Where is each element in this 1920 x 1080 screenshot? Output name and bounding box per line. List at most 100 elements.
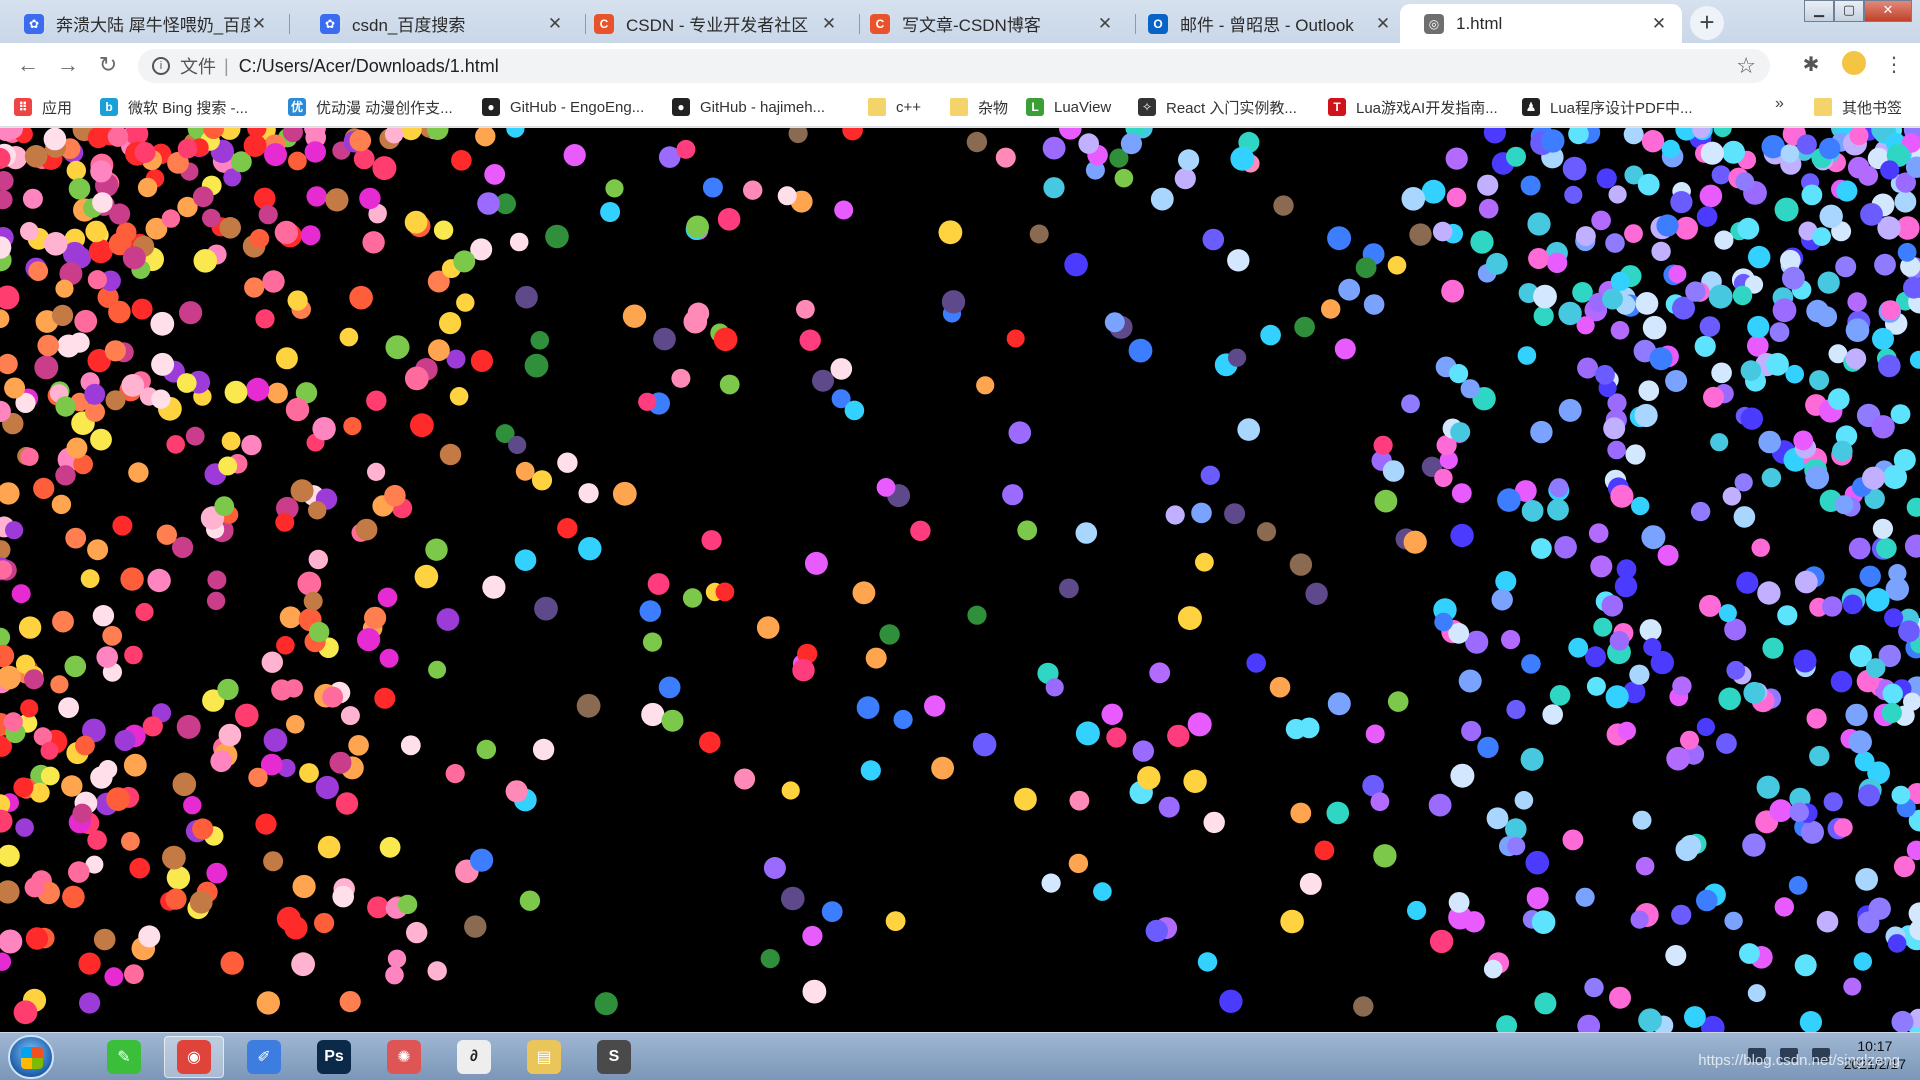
extensions-puzzle-icon[interactable]: ✱	[1797, 51, 1825, 79]
confetti-dot	[449, 387, 469, 406]
confetti-dot	[44, 232, 68, 256]
bookmark-7[interactable]: 杂物	[950, 95, 1008, 119]
confetti-dot	[1817, 271, 1840, 294]
confetti-dot	[834, 200, 854, 220]
confetti-dot	[1789, 802, 1809, 822]
confetti-dot	[1819, 204, 1843, 228]
confetti-dot	[1822, 596, 1843, 617]
tab-close-icon[interactable]: ✕	[250, 14, 268, 34]
maximize-button[interactable]: ▢	[1834, 0, 1864, 22]
close-window-button[interactable]: ✕	[1864, 0, 1912, 22]
bookmark-6[interactable]: c++	[868, 95, 921, 119]
taskbar-app-2[interactable]: ◉	[164, 1036, 224, 1078]
confetti-dot	[1608, 185, 1627, 204]
confetti-dot	[366, 390, 387, 411]
minimize-button[interactable]: ▁	[1804, 0, 1834, 22]
tab-2[interactable]: ✿ csdn_百度搜索 ✕	[296, 4, 578, 43]
confetti-dot	[102, 625, 123, 646]
tab-close-icon[interactable]: ✕	[820, 14, 838, 34]
confetti-dot	[1835, 256, 1857, 278]
confetti-dot	[1890, 404, 1911, 424]
bookmark-9[interactable]: ✧ React 入门实例教...	[1138, 95, 1297, 119]
confetti-dot	[92, 605, 115, 627]
confetti-dot	[1434, 468, 1453, 488]
confetti-dot	[207, 570, 227, 590]
confetti-dot	[0, 644, 15, 668]
confetti-dot	[1486, 252, 1508, 275]
taskbar-app-5[interactable]: ✺	[374, 1036, 434, 1078]
confetti-dot	[75, 735, 95, 756]
taskbar-app-6[interactable]: ∂	[444, 1036, 504, 1078]
tab-close-icon[interactable]: ✕	[546, 14, 564, 34]
reload-button[interactable]: ↻	[94, 51, 122, 79]
site-info-icon[interactable]: i	[152, 57, 170, 75]
bookmark-11[interactable]: ♟ Lua程序设计PDF中...	[1522, 95, 1693, 119]
start-button[interactable]	[8, 1035, 54, 1079]
bookmark-3[interactable]: 优优动漫 动漫创作支...	[288, 95, 453, 119]
confetti-dot	[1174, 168, 1196, 190]
taskbar-app-8[interactable]: S	[584, 1036, 644, 1078]
tab-3[interactable]: C CSDN - 专业开发者社区 ✕	[570, 4, 852, 43]
taskbar-app-3[interactable]: ✐	[234, 1036, 294, 1078]
tab-close-icon[interactable]: ✕	[1650, 14, 1668, 34]
tab-title: csdn_百度搜索	[352, 16, 466, 35]
bookmark-10[interactable]: T Lua游戏AI开发指南...	[1328, 95, 1498, 119]
confetti-dot	[367, 462, 386, 481]
confetti-dot	[74, 309, 98, 333]
taskbar-app-7[interactable]: ▤	[514, 1036, 574, 1078]
confetti-dot	[1507, 837, 1526, 856]
confetti-dot	[1641, 525, 1666, 550]
confetti-dot	[106, 787, 130, 811]
tab-5[interactable]: O 邮件 - 曾昭思 - Outlook ✕	[1124, 4, 1406, 43]
confetti-dot	[534, 596, 558, 621]
confetti-dot	[1812, 227, 1831, 246]
taskbar-app-1[interactable]: ✎	[94, 1036, 154, 1078]
menu-kebab-icon[interactable]: ⋮	[1880, 51, 1908, 79]
confetti-dot	[1534, 992, 1557, 1015]
address-url[interactable]: C:/Users/Acer/Downloads/1.html	[239, 56, 499, 77]
confetti-dot	[1421, 179, 1446, 204]
bookmarks-overflow-button[interactable]: »	[1775, 95, 1784, 113]
confetti-dot	[1401, 187, 1426, 211]
confetti-dot	[1290, 802, 1312, 824]
back-button[interactable]: ←	[14, 51, 42, 79]
confetti-dot	[1780, 144, 1800, 163]
confetti-dot	[404, 366, 429, 391]
tab-4[interactable]: C 写文章-CSDN博客 ✕	[846, 4, 1128, 43]
confetti-dot	[1554, 536, 1577, 559]
tab-close-icon[interactable]: ✕	[1374, 14, 1392, 34]
bookmark-1[interactable]: ⠿ 应用	[14, 95, 72, 119]
bookmark-8[interactable]: L LuaView	[1026, 95, 1111, 119]
address-bar[interactable]: i 文件 | C:/Users/Acer/Downloads/1.html ☆	[138, 49, 1770, 83]
tab-1[interactable]: ✿ 奔溃大陆 犀牛怪喂奶_百度搜索✕	[0, 4, 282, 43]
confetti-dot	[893, 709, 913, 730]
confetti-dot	[1906, 497, 1920, 517]
confetti-dot	[1106, 727, 1127, 748]
other-bookmarks-folder[interactable]: 其他书签	[1814, 95, 1902, 119]
confetti-dot	[87, 830, 107, 850]
profile-avatar-icon[interactable]	[1840, 51, 1868, 79]
bookmark-4[interactable]: ● GitHub - EngoEng...	[482, 95, 644, 119]
confetti-dot	[1104, 312, 1125, 333]
taskbar-app-4[interactable]: Ps	[304, 1036, 364, 1078]
confetti-dot	[138, 925, 161, 948]
confetti-dot	[683, 309, 708, 334]
confetti-dot	[1747, 315, 1770, 339]
new-tab-button[interactable]: +	[1690, 6, 1724, 40]
confetti-dot	[1602, 288, 1623, 310]
confetti-dot	[1722, 140, 1745, 164]
forward-button[interactable]: →	[54, 51, 82, 79]
bookmark-star-icon[interactable]: ☆	[1736, 53, 1756, 79]
tab-close-icon[interactable]: ✕	[1096, 14, 1114, 34]
confetti-dot	[304, 141, 326, 163]
confetti-dot	[1224, 503, 1246, 525]
confetti-dot	[183, 796, 202, 815]
confetti-dot	[406, 921, 428, 944]
confetti-dot	[1355, 257, 1377, 279]
tab-6[interactable]: ◎ 1.html ✕	[1400, 4, 1682, 43]
bookmark-2[interactable]: b 微软 Bing 搜索 -...	[100, 95, 248, 119]
confetti-dot	[1711, 165, 1731, 185]
confetti-dot	[134, 142, 156, 163]
bookmark-5[interactable]: ● GitHub - hajimeh...	[672, 95, 825, 119]
confetti-dot	[638, 392, 657, 411]
